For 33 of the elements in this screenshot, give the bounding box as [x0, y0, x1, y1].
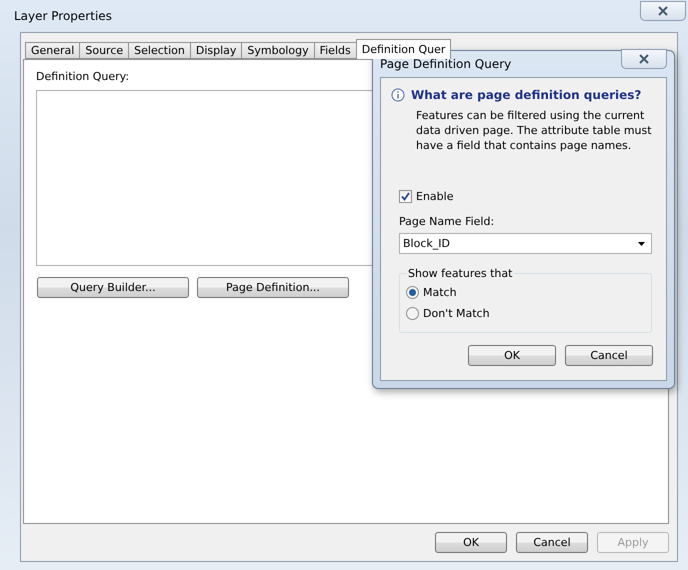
tab[interactable]: Source: [79, 42, 130, 59]
page-name-dropdown[interactable]: Block_ID: [399, 233, 652, 254]
radio-button[interactable]: [406, 286, 419, 299]
window-title: Layer Properties: [14, 9, 112, 23]
tab[interactable]: Display: [190, 42, 242, 59]
close-icon: [657, 6, 669, 16]
tab[interactable]: General: [25, 42, 80, 59]
close-button[interactable]: [640, 1, 686, 21]
radio-button[interactable]: [406, 307, 419, 320]
tab[interactable]: Definition Quer: [356, 39, 452, 59]
close-button[interactable]: [621, 49, 667, 69]
query-button[interactable]: Query Builder...: [37, 277, 189, 298]
close-icon: [638, 54, 650, 64]
page-name-field-label: Page Name Field:: [399, 215, 496, 228]
radio-label: Don't Match: [423, 307, 490, 320]
enable-checkbox[interactable]: [399, 190, 412, 203]
tab[interactable]: Fields: [314, 42, 357, 59]
info-description: Features can be filtered using the current data driven page. The attribute table must have a field that contains page names.: [416, 108, 653, 153]
tab[interactable]: Symbology: [241, 42, 315, 59]
dialog-button[interactable]: Cancel: [565, 345, 653, 366]
definition-query-label: Definition Query:: [36, 70, 130, 83]
enable-label: Enable: [416, 190, 454, 203]
tab[interactable]: Selection: [128, 42, 191, 59]
caret-icon: [638, 242, 645, 246]
dialog-button[interactable]: Cancel: [516, 532, 588, 553]
info-heading: What are page definition queries?: [411, 88, 642, 102]
info-icon: [391, 88, 405, 102]
dialog-button[interactable]: OK: [435, 532, 507, 553]
query-button[interactable]: Page Definition...: [197, 277, 349, 298]
radio-label: Match: [423, 286, 457, 299]
dialog-title: Page Definition Query: [380, 57, 512, 71]
group-legend: Show features that: [406, 267, 514, 280]
dialog-button[interactable]: OK: [468, 345, 556, 366]
